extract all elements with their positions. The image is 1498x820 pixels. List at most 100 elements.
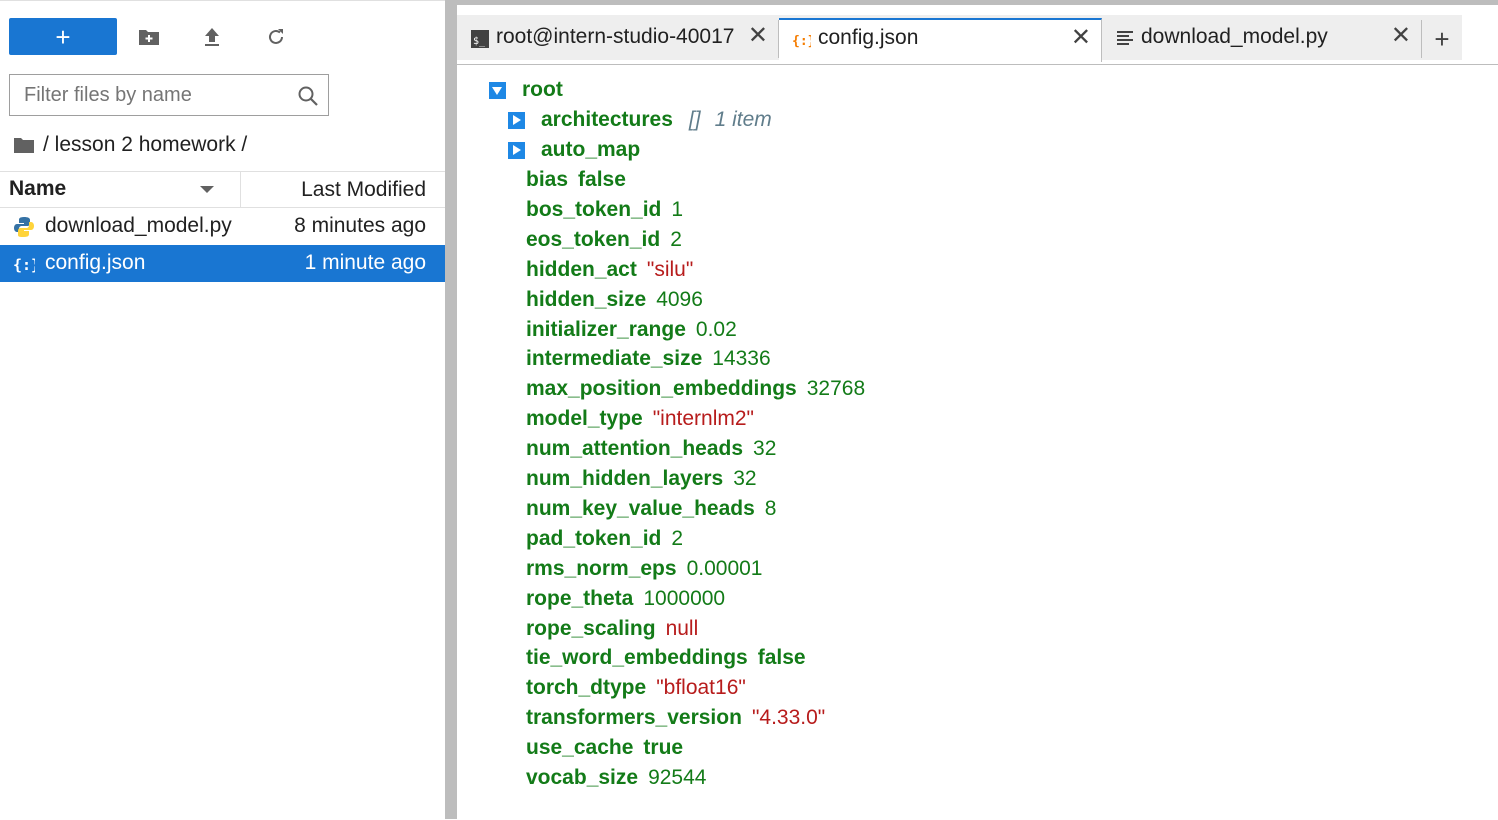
json-value: false [757, 646, 806, 670]
file-name: download_model.py [45, 214, 232, 237]
expand-toggle-icon[interactable] [508, 141, 525, 159]
json-entry-hidden-act: hidden_act "silu" [526, 255, 693, 285]
json-key: auto_map [541, 138, 641, 161]
json-value: 2 [670, 227, 682, 251]
terminal-icon: $_ [471, 30, 489, 48]
json-key: rope_theta [526, 586, 634, 610]
json-value: 32 [733, 467, 757, 490]
json-key: bos_token_id [526, 197, 662, 221]
tab-label: root@intern-studio-40017 [496, 25, 735, 48]
column-header-name[interactable]: Name [9, 177, 66, 201]
json-entry-max-position-embeddings: max_position_embeddings 32768 [526, 374, 865, 404]
filter-files-input[interactable] [22, 75, 296, 115]
json-entry-model-type: model_type "internlm2" [526, 404, 754, 434]
search-icon [298, 86, 318, 106]
json-key: intermediate_size [526, 347, 703, 371]
json-value: 92544 [648, 766, 707, 789]
json-root-node[interactable]: root [489, 75, 563, 105]
json-value: 0.00001 [686, 556, 763, 580]
svg-text:{:}: {:} [793, 34, 811, 49]
breadcrumb[interactable]: / lesson 2 homework / [13, 131, 247, 159]
json-value: "internlm2" [652, 407, 754, 431]
column-header-modified[interactable]: Last Modified [301, 178, 426, 202]
json-node-auto-map[interactable]: auto_map [508, 135, 640, 165]
json-value: "4.33.0" [751, 706, 826, 730]
folder-icon [14, 138, 34, 153]
json-icon: {:} [793, 34, 811, 49]
json-key: eos_token_id [526, 227, 661, 251]
json-root-label: root [522, 78, 563, 101]
sort-caret-icon[interactable] [200, 186, 214, 193]
json-value: null [665, 616, 699, 640]
json-key: hidden_act [526, 257, 637, 281]
tab-bar: $_ root@intern-studio-40017 ✕ {:} config… [457, 0, 1498, 64]
json-key: transformers_version [526, 706, 742, 730]
json-value: false [578, 168, 626, 191]
json-key: vocab_size [526, 766, 639, 789]
json-key: rms_norm_eps [526, 556, 677, 580]
json-entry-rope-theta: rope_theta 1000000 [526, 584, 725, 614]
file-row-config-json[interactable]: {:} config.json 1 minute ago [0, 245, 445, 282]
json-value: "bfloat16" [656, 676, 746, 700]
json-entry-rope-scaling: rope_scaling null [526, 614, 698, 644]
upload-icon[interactable] [199, 24, 225, 50]
json-value: 32768 [806, 377, 866, 401]
json-value: 1000000 [643, 586, 726, 610]
json-key: num_hidden_layers [526, 467, 724, 490]
json-entry-initializer-range: initializer_range 0.02 [526, 315, 737, 345]
json-key: max_position_embeddings [526, 377, 797, 401]
expand-toggle-icon[interactable] [508, 111, 525, 129]
json-bracket: [] [688, 108, 701, 131]
file-browser-toolbar: + [9, 18, 439, 56]
close-icon[interactable]: ✕ [748, 24, 768, 48]
json-value: 8 [764, 496, 777, 520]
svg-text:{:}: {:} [13, 256, 35, 274]
main-area: $_ root@intern-studio-40017 ✕ {:} config… [457, 0, 1498, 819]
text-file-icon [1117, 31, 1133, 45]
refresh-icon[interactable] [263, 24, 289, 50]
file-browser-panel: + / lesson 2 homework / Name Last Modifi… [0, 0, 445, 820]
json-key: torch_dtype [526, 676, 647, 700]
json-entry-bias: bias false [526, 165, 626, 195]
json-key: model_type [526, 407, 643, 431]
json-item-count: 1 item [714, 108, 772, 131]
json-value: 4096 [656, 287, 703, 311]
json-entry-eos-token-id: eos_token_id 2 [526, 225, 682, 255]
json-node-meta: [] 1 item [689, 108, 772, 132]
json-entry-tie-word-embeddings: tie_word_embeddings false [526, 643, 806, 673]
add-tab-button[interactable]: + [1424, 20, 1460, 58]
json-entry-bos-token-id: bos_token_id 1 [526, 195, 683, 225]
panel-resize-handle[interactable] [445, 0, 457, 819]
json-key: bias [526, 168, 569, 191]
column-divider[interactable] [240, 172, 241, 208]
close-icon[interactable]: ✕ [1071, 26, 1091, 50]
file-name: config.json [45, 251, 146, 274]
json-entry-torch-dtype: torch_dtype "bfloat16" [526, 673, 746, 703]
breadcrumb-path[interactable]: / lesson 2 homework / [43, 133, 247, 157]
json-entry-rms-norm-eps: rms_norm_eps 0.00001 [526, 554, 763, 584]
json-key: hidden_size [526, 287, 647, 311]
json-entry-num-attention-heads: num_attention_heads 32 [526, 434, 776, 464]
json-icon: {:} [13, 256, 35, 274]
json-key: tie_word_embeddings [526, 646, 748, 670]
tab-download-model[interactable]: download_model.py ✕ [1102, 20, 1422, 58]
new-folder-icon[interactable] [136, 24, 162, 50]
close-icon[interactable]: ✕ [1391, 24, 1411, 48]
file-list-header: Name Last Modified [0, 171, 445, 208]
file-modified: 1 minute ago [304, 251, 426, 274]
file-row-download-model[interactable]: download_model.py 8 minutes ago [0, 208, 445, 245]
json-entry-num-key-value-heads: num_key_value_heads 8 [526, 494, 776, 524]
tab-label: download_model.py [1141, 25, 1328, 48]
json-key: pad_token_id [526, 526, 662, 550]
tab-terminal[interactable]: $_ root@intern-studio-40017 ✕ [457, 20, 779, 58]
json-entry-vocab-size: vocab_size 92544 [526, 763, 706, 793]
filter-files-field[interactable] [9, 74, 329, 116]
collapse-toggle-icon[interactable] [489, 81, 506, 99]
json-value: 2 [671, 526, 684, 550]
json-entry-pad-token-id: pad_token_id 2 [526, 524, 683, 554]
json-viewer: root architectures [] 1 item auto_map bia… [457, 66, 1498, 819]
new-launcher-button[interactable]: + [9, 18, 117, 55]
json-node-architectures[interactable]: architectures [] 1 item [508, 105, 772, 135]
json-key: num_key_value_heads [526, 496, 755, 520]
tab-config-json[interactable]: {:} config.json ✕ [779, 18, 1102, 62]
